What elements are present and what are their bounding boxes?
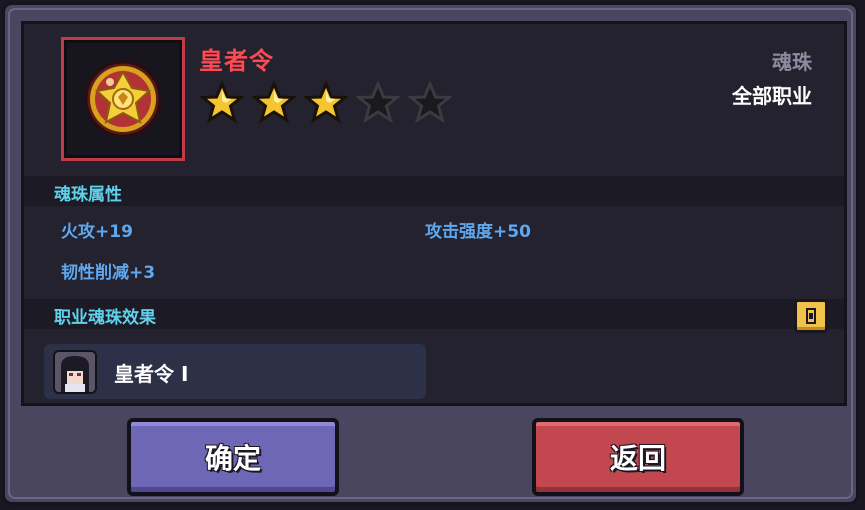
- effect-name: 皇者令 Ⅰ: [114, 362, 189, 386]
- star-filled-icon: [304, 81, 348, 124]
- effect-row[interactable]: 皇者令 Ⅰ: [44, 344, 426, 399]
- star-empty-icon: [356, 81, 400, 124]
- stat-toughness-reduction: 韧性削减+3: [61, 263, 156, 283]
- lock-button[interactable]: [794, 299, 828, 333]
- star-filled-icon: [200, 81, 244, 124]
- attributes-section-header: 魂珠属性: [24, 176, 844, 206]
- lock-icon: [806, 308, 816, 324]
- attributes-section-title: 魂珠属性: [54, 185, 122, 205]
- golden-emblem-orb-icon: [84, 60, 162, 138]
- item-detail-panel: 皇者令 魂珠 全部职业 魂珠属性 火攻+19 攻击强度+50 韧性削减+3 职业…: [21, 21, 847, 406]
- stat-attack-power: 攻击强度+50: [425, 222, 531, 242]
- item-type-label: 魂珠: [772, 50, 812, 74]
- item-name: 皇者令: [199, 47, 274, 75]
- stat-fire-attack: 火攻+19: [61, 222, 133, 242]
- star-filled-icon: [252, 81, 296, 124]
- effects-section-header: 职业魂珠效果: [24, 299, 844, 329]
- item-class-label: 全部职业: [732, 84, 812, 108]
- back-button[interactable]: 返回: [532, 418, 744, 496]
- character-portrait-icon: [53, 350, 97, 394]
- star-rating: [200, 81, 452, 125]
- dialog-frame: 皇者令 魂珠 全部职业 魂珠属性 火攻+19 攻击强度+50 韧性削减+3 职业…: [2, 2, 859, 505]
- confirm-button[interactable]: 确定: [127, 418, 339, 496]
- effects-section-title: 职业魂珠效果: [54, 308, 156, 328]
- item-icon-frame: [61, 37, 185, 161]
- star-empty-icon: [408, 81, 452, 124]
